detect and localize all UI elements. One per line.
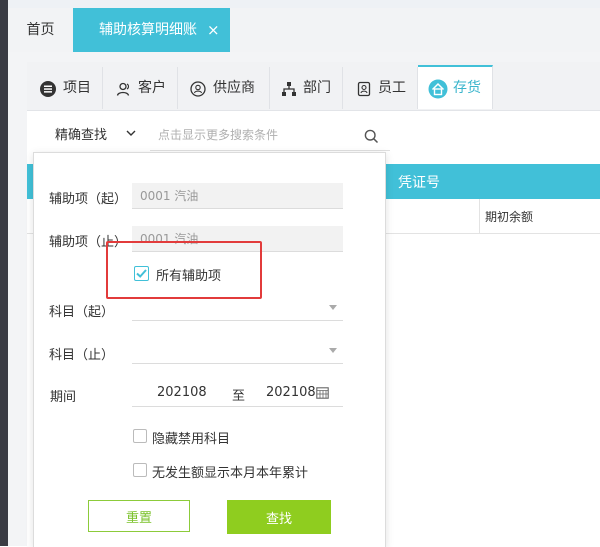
subtab-inventory-label: 存货 xyxy=(453,80,481,96)
badge-icon xyxy=(357,81,371,97)
subtab-customer-label: 客户 xyxy=(138,80,166,96)
subtab-customer[interactable]: 客户 xyxy=(103,67,178,109)
subject-from-label: 科目（起） xyxy=(49,305,115,320)
tab-aux-ledger-label: 辅助核算明细账 xyxy=(99,22,197,38)
top-band xyxy=(8,0,600,8)
tab-aux-ledger[interactable]: 辅助核算明细账 × xyxy=(73,8,230,52)
subject-to-select[interactable] xyxy=(132,337,343,364)
list-icon xyxy=(40,81,56,97)
subtab-department-label: 部门 xyxy=(303,80,331,96)
left-nav-strip xyxy=(0,0,8,546)
highlight-box xyxy=(106,241,262,299)
hide-disabled-label: 隐藏禁用科目 xyxy=(152,432,231,447)
no-amount-label: 无发生额显示本月本年累计 xyxy=(152,466,309,481)
period-to-field[interactable]: 202108 xyxy=(266,385,316,400)
reset-button[interactable]: 重置 xyxy=(88,500,190,532)
hide-disabled-checkbox[interactable] xyxy=(133,429,147,443)
tab-home[interactable]: 首页 xyxy=(8,8,73,52)
period-label: 期间 xyxy=(50,390,77,405)
search-mode-select[interactable]: 精确查找 xyxy=(55,124,107,143)
aux-from-label: 辅助项（起） xyxy=(49,192,128,207)
column-opening-balance: 期初余额 xyxy=(485,210,534,224)
period-separator: 至 xyxy=(232,389,246,404)
sub-tab-bar: 项目 客户 供应商 部门 员工 存货 xyxy=(27,62,600,111)
search-input[interactable] xyxy=(150,120,390,151)
subtab-project[interactable]: 项目 xyxy=(27,67,103,109)
header-voucher-no: 凭证号 xyxy=(398,175,440,191)
supplier-icon xyxy=(190,81,206,97)
dropdown-arrow-icon xyxy=(329,348,337,353)
aux-from-field[interactable]: 0001 汽油 xyxy=(132,183,343,209)
subtab-supplier-label: 供应商 xyxy=(213,80,255,96)
period-underline xyxy=(132,406,343,407)
dropdown-arrow-icon xyxy=(329,305,337,310)
search-icon[interactable] xyxy=(364,129,379,144)
org-icon xyxy=(282,82,296,96)
chevron-down-icon[interactable] xyxy=(126,128,136,138)
subtab-employee-label: 员工 xyxy=(378,80,406,96)
no-amount-checkbox[interactable] xyxy=(133,463,147,477)
subtab-supplier[interactable]: 供应商 xyxy=(178,67,270,109)
calendar-icon[interactable] xyxy=(316,386,329,399)
subtab-department[interactable]: 部门 xyxy=(270,67,343,109)
subtab-inventory[interactable]: 存货 xyxy=(418,65,493,109)
subject-from-select[interactable] xyxy=(132,294,343,321)
close-icon[interactable]: × xyxy=(207,8,220,52)
inventory-home-icon xyxy=(428,79,448,99)
subtab-project-label: 项目 xyxy=(63,80,91,96)
subtab-employee[interactable]: 员工 xyxy=(343,67,418,109)
period-from-field[interactable]: 202108 xyxy=(157,385,207,400)
column-divider xyxy=(479,199,480,233)
user-icon xyxy=(116,82,130,96)
search-button[interactable]: 查找 xyxy=(227,500,331,534)
subject-to-label: 科目（止） xyxy=(49,348,115,363)
